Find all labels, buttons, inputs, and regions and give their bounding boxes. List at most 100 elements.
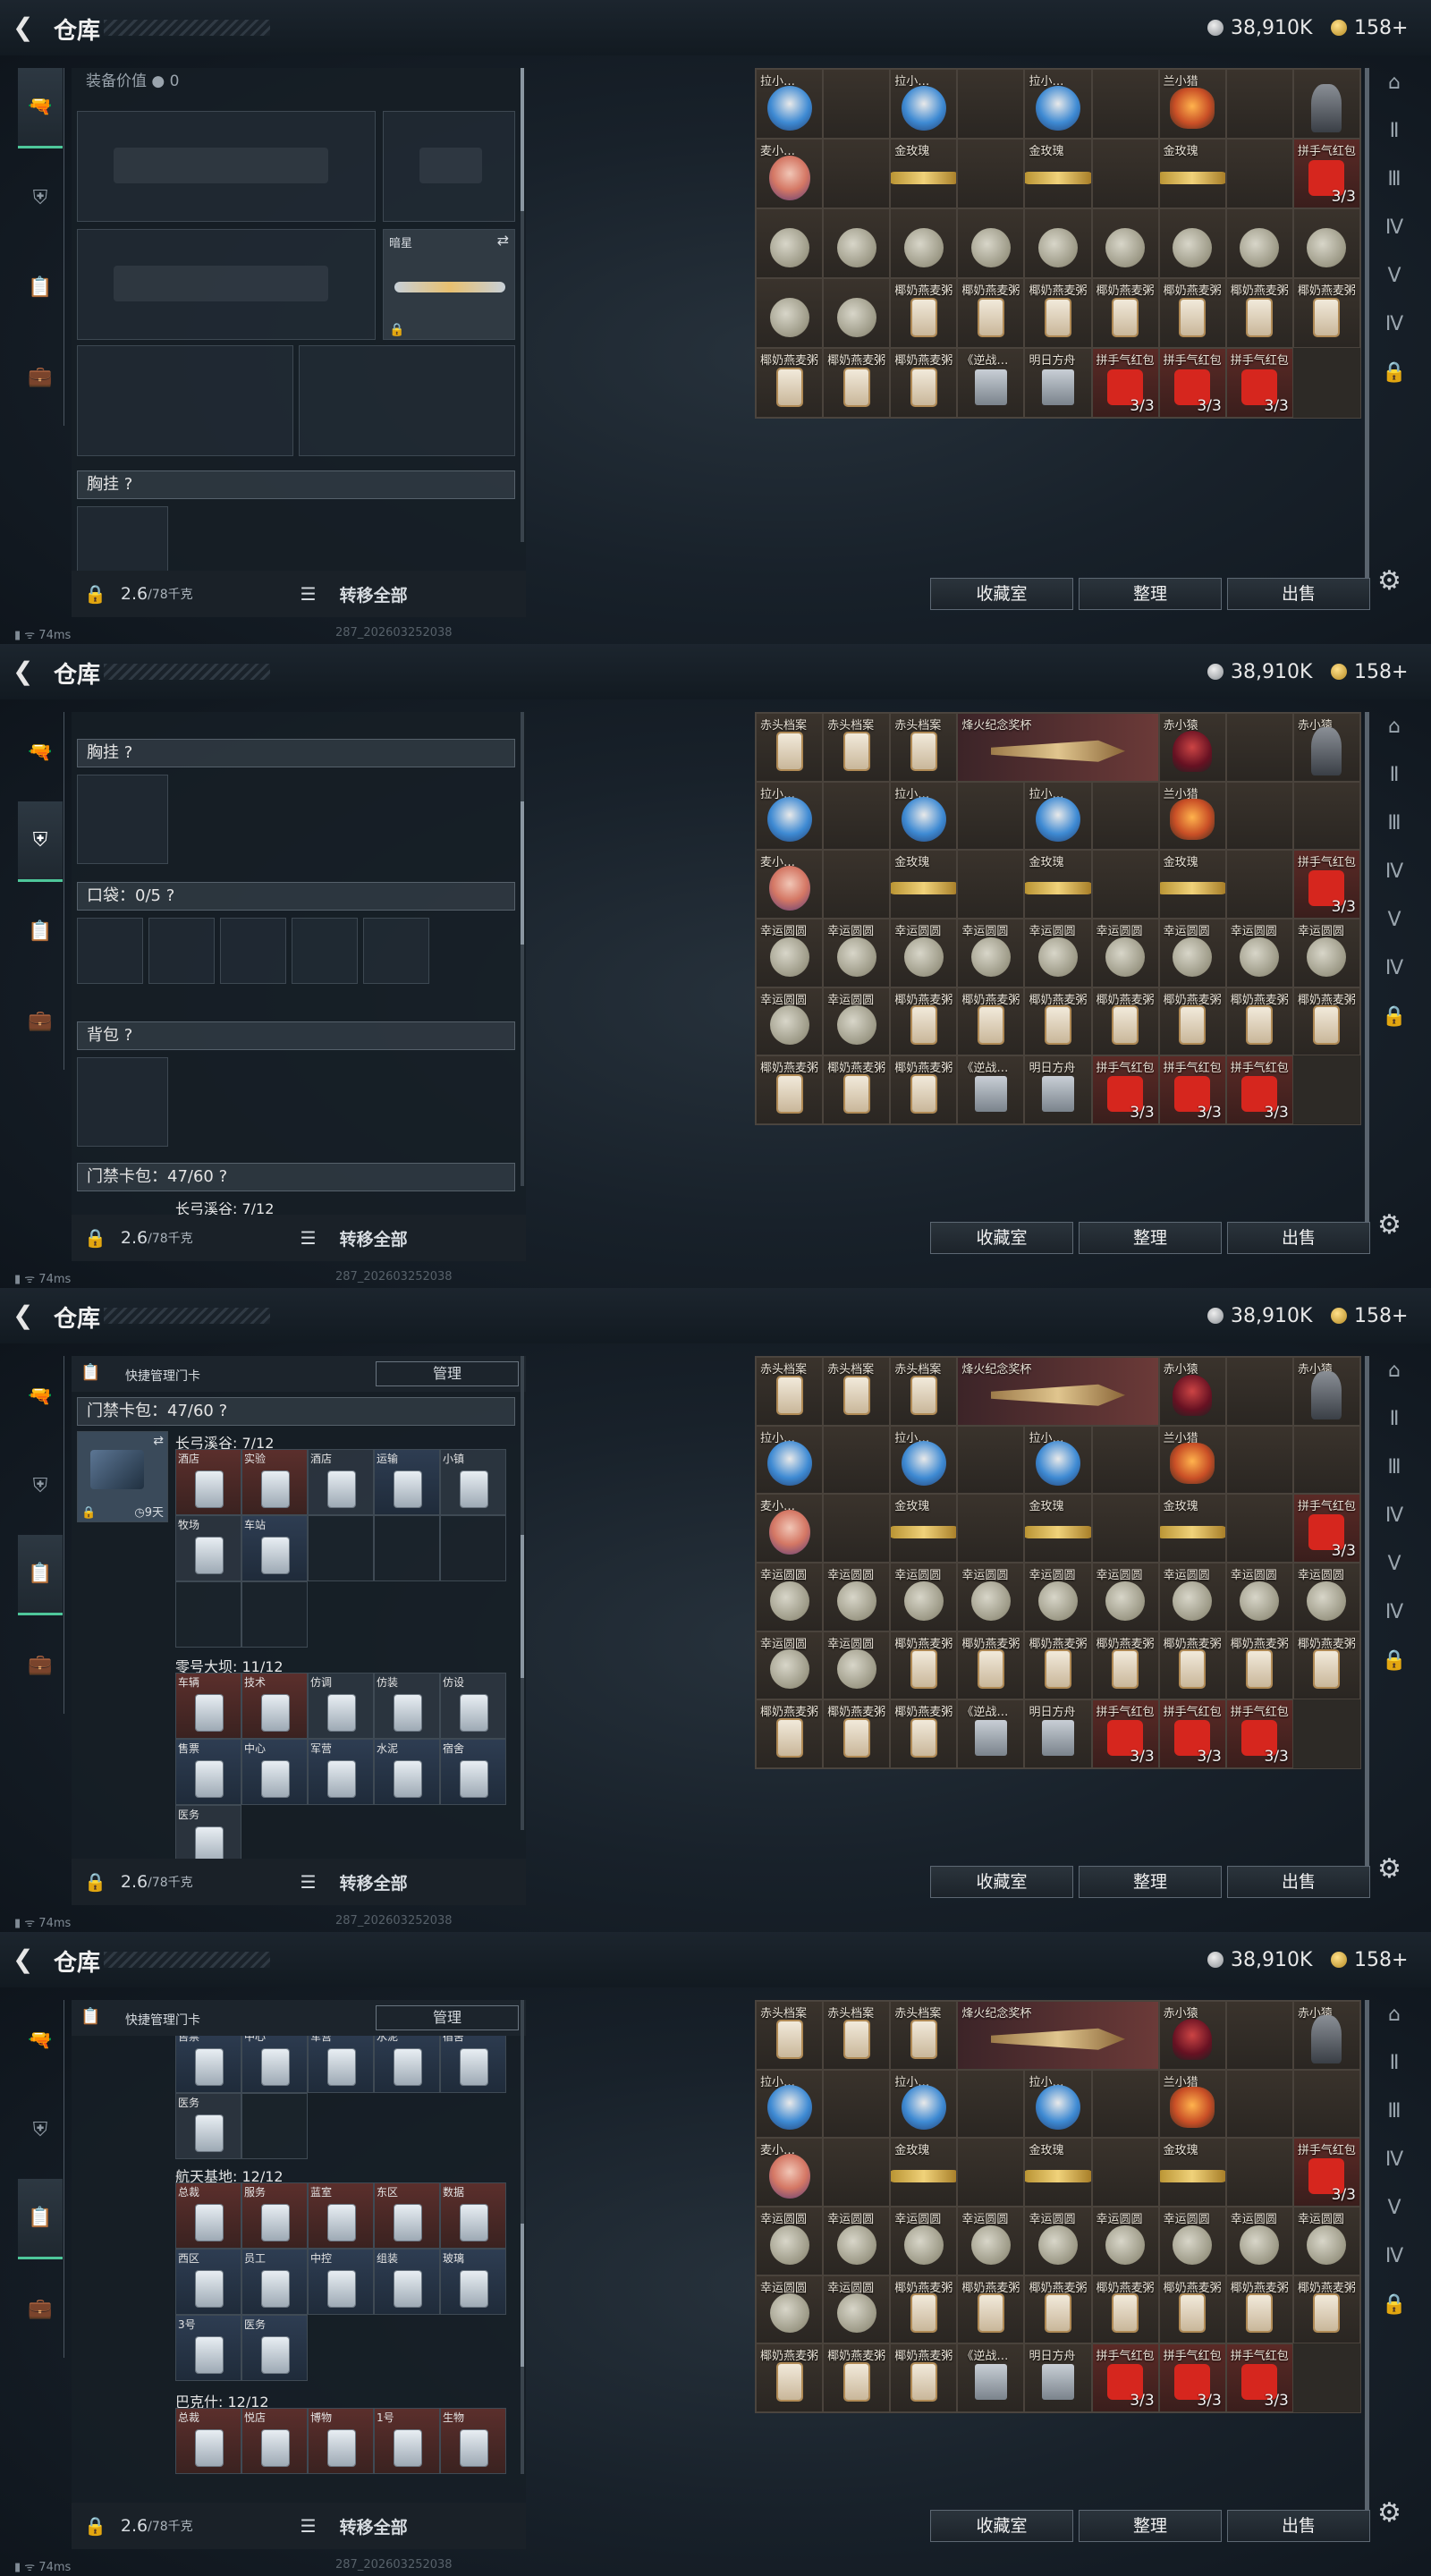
grid-cell[interactable] [957, 1494, 1025, 1563]
sell-button[interactable]: 出售 [1227, 2510, 1370, 2542]
list-icon[interactable]: ☰ [301, 1227, 317, 1249]
keycard-slot[interactable]: 西区 [175, 2249, 241, 2315]
grid-cell[interactable]: 赤小猿 [1292, 1357, 1360, 1426]
settings-gear-icon[interactable]: ⚙ [1377, 565, 1401, 597]
grid-cell[interactable]: 赤小猿 [1158, 1357, 1226, 1426]
keycard-slot[interactable] [175, 1581, 241, 1648]
page-tab-lock-icon[interactable]: 🔒 [1376, 2293, 1413, 2327]
grid-cell[interactable]: 椰奶燕麦粥 [1158, 278, 1226, 348]
grid-cell[interactable]: 椰奶燕麦粥 [957, 1631, 1025, 1700]
page-tab-icon[interactable]: Ⅲ [1376, 812, 1413, 846]
grid-cell[interactable]: 幸运圆圆 [756, 2206, 824, 2275]
keycard-slot[interactable]: 牧场 [175, 1515, 241, 1581]
gold-balance[interactable]: 158+ [1331, 1302, 1408, 1329]
swap-icon[interactable]: ⇄ [153, 1434, 164, 1448]
keycard-slot[interactable]: 玻璃 [440, 2249, 506, 2315]
grid-cell[interactable]: 幸运圆圆 [957, 1562, 1025, 1631]
grid-cell[interactable]: 赤头档案 [890, 713, 958, 782]
grid-scrollbar[interactable] [1365, 1356, 1369, 1893]
keycard-slot[interactable]: 车站 [241, 1515, 308, 1581]
grid-cell[interactable]: 椰奶燕麦粥 [1158, 2275, 1226, 2344]
page-tab-icon[interactable]: Ⅳ [1376, 2245, 1413, 2279]
grid-cell[interactable]: 拼手气红包 3/3 [1091, 2343, 1159, 2412]
tab-weapons-icon[interactable]: 🔫 [18, 712, 63, 792]
grid-cell[interactable]: 幸运圆圆 [756, 1631, 824, 1700]
grid-cell[interactable]: 幸运圆圆 [890, 1562, 958, 1631]
grid-cell[interactable]: 拼手气红包 3/3 [1158, 2343, 1226, 2412]
grid-cell[interactable]: 拼手气红包 3/3 [1292, 139, 1360, 208]
keycard-slot[interactable]: 蓝室 [308, 2182, 374, 2249]
settings-gear-icon[interactable]: ⚙ [1377, 1853, 1401, 1885]
grid-cell[interactable] [756, 278, 824, 348]
grid-cell[interactable]: 椰奶燕麦粥 [890, 2343, 958, 2412]
keycard-slot[interactable] [374, 1515, 440, 1581]
grid-cell[interactable]: 金玫瑰 [890, 1494, 958, 1563]
grid-cell[interactable]: 拼手气红包 3/3 [1091, 348, 1159, 418]
grid-cell[interactable]: 椰奶燕麦粥 [1225, 278, 1293, 348]
page-tab-icon[interactable]: ⌂ [1376, 72, 1413, 106]
grid-cell[interactable]: 赤头档案 [756, 1357, 824, 1426]
grid-cell[interactable] [823, 278, 891, 348]
grid-cell[interactable]: 幸运圆圆 [1292, 1562, 1360, 1631]
keycard-slot[interactable]: 东区 [374, 2182, 440, 2249]
grid-cell[interactable]: 拼手气红包 3/3 [1225, 348, 1293, 418]
grid-cell[interactable] [1292, 69, 1360, 139]
grid-cell[interactable]: 椰奶燕麦粥 [823, 348, 891, 418]
grid-cell[interactable]: 金玫瑰 [1024, 139, 1092, 208]
grid-cell[interactable]: 椰奶燕麦粥 [890, 2275, 958, 2344]
keycard-slot[interactable]: 小镇 [440, 1449, 506, 1515]
left-scrollbar[interactable] [521, 68, 524, 542]
back-arrow-icon[interactable]: ❮ [13, 658, 39, 685]
grid-cell[interactable]: 拉小… [1024, 2069, 1092, 2139]
grid-cell[interactable]: 拉小… [1024, 69, 1092, 139]
keycard-slot[interactable] [241, 2093, 308, 2159]
grid-cell[interactable] [1225, 1357, 1293, 1426]
grid-cell[interactable] [1091, 139, 1159, 208]
grid-cell[interactable] [823, 2069, 891, 2139]
transfer-all-button[interactable]: 转移全部 [340, 582, 408, 606]
grid-cell[interactable]: 兰小猎 [1158, 1425, 1226, 1495]
grid-cell[interactable]: 椰奶燕麦粥 [756, 2343, 824, 2412]
keycard-slot[interactable]: 中控 [308, 2249, 374, 2315]
sell-button[interactable]: 出售 [1227, 578, 1370, 610]
pocket-slot[interactable] [77, 918, 143, 984]
grid-cell[interactable]: 拉小… [756, 69, 824, 139]
left-scrollbar[interactable] [521, 1356, 524, 1830]
grid-cell[interactable] [1091, 69, 1159, 139]
grid-cell[interactable] [1225, 139, 1293, 208]
grid-cell[interactable]: 幸运圆圆 [823, 918, 891, 987]
grid-cell[interactable] [957, 208, 1025, 278]
grid-cell[interactable]: 金玫瑰 [1158, 139, 1226, 208]
grid-cell[interactable] [1225, 208, 1293, 278]
list-icon[interactable]: ☰ [301, 2515, 317, 2537]
keycard-slot[interactable]: 总裁 [175, 2408, 241, 2474]
page-tab-icon[interactable]: Ⅳ [1376, 2148, 1413, 2182]
melee-slot[interactable]: 暗星 ⇄ 🔒 [383, 229, 515, 340]
sell-button[interactable]: 出售 [1227, 1866, 1370, 1898]
page-tab-icon[interactable]: Ⅲ [1376, 1456, 1413, 1490]
grid-cell[interactable]: 幸运圆圆 [823, 987, 891, 1056]
keycard-slot[interactable]: 中心 [241, 1739, 308, 1805]
grid-cell[interactable]: 拼手气红包 3/3 [1292, 850, 1360, 919]
collection-button[interactable]: 收藏室 [930, 2510, 1073, 2542]
transfer-all-button[interactable]: 转移全部 [340, 1870, 408, 1894]
grid-cell[interactable]: 拉小… [756, 2069, 824, 2139]
grid-cell[interactable]: 麦小… [756, 850, 824, 919]
grid-cell[interactable]: 幸运圆圆 [823, 2275, 891, 2344]
organize-button[interactable]: 整理 [1079, 2510, 1222, 2542]
grid-cell[interactable] [1225, 2001, 1293, 2070]
grid-cell[interactable]: 拉小… [890, 2069, 958, 2139]
grid-cell[interactable]: 椰奶燕麦粥 [823, 1699, 891, 1768]
grid-cell[interactable]: 拉小… [1024, 781, 1092, 851]
manage-button[interactable]: 管理 [376, 1361, 519, 1386]
grid-cell[interactable]: 金玫瑰 [890, 2138, 958, 2207]
grid-cell[interactable] [957, 2069, 1025, 2139]
gold-balance[interactable]: 158+ [1331, 14, 1408, 41]
grid-cell[interactable]: 赤小猿 [1158, 713, 1226, 782]
grid-cell[interactable] [957, 2138, 1025, 2207]
grid-cell[interactable] [1091, 850, 1159, 919]
keycard-slot[interactable]: 3号 [175, 2315, 241, 2381]
keycard-slot[interactable]: 实验 [241, 1449, 308, 1515]
grid-cell[interactable]: 椰奶燕麦粥 [756, 1055, 824, 1124]
grid-cell[interactable] [1225, 713, 1293, 782]
